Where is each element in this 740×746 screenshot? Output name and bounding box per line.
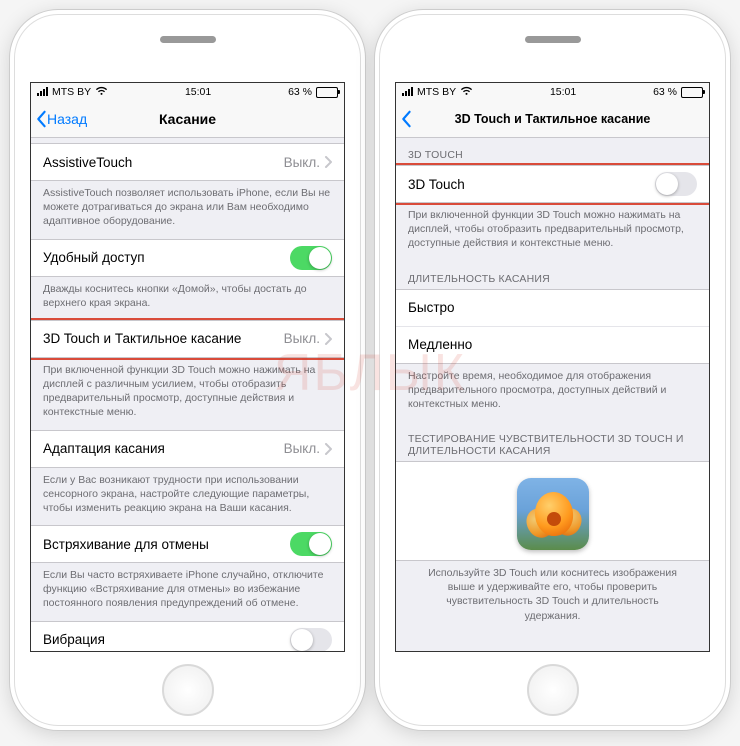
- clock: 15:01: [550, 86, 576, 98]
- battery-icon: [316, 87, 338, 98]
- switch-3dtouch[interactable]: [655, 172, 697, 196]
- speaker-slot: [525, 36, 581, 43]
- row-label: Вибрация: [43, 632, 290, 647]
- row-touch-accommodations[interactable]: Адаптация касания Выкл.: [31, 430, 344, 468]
- footer-assistive: AssistiveTouch позволяет использовать iP…: [31, 181, 344, 239]
- row-label: AssistiveTouch: [43, 155, 284, 170]
- footer-reach: Дважды коснитесь кнопки «Домой», чтобы д…: [31, 277, 344, 320]
- row-reachability[interactable]: Удобный доступ: [31, 239, 344, 277]
- nav-bar: 3D Touch и Тактильное касание: [396, 101, 709, 138]
- footer-shake: Если Вы часто встряхиваете iPhone случай…: [31, 563, 344, 621]
- row-label: Быстро: [408, 300, 480, 315]
- switch-vibration[interactable]: [290, 628, 332, 651]
- duration-picker: Быстро Медленно: [396, 289, 709, 364]
- phone-right: MTS BY 15:01 63 % 3D Touch и Тактильное …: [375, 10, 730, 730]
- row-label: Адаптация касания: [43, 441, 284, 456]
- row-value: Выкл.: [284, 441, 320, 456]
- signal-icon: [402, 88, 413, 96]
- back-button[interactable]: [396, 110, 412, 128]
- battery-pct: 63 %: [653, 86, 677, 98]
- row-3dtouch-toggle[interactable]: 3D Touch: [396, 165, 709, 203]
- row-value: Выкл.: [284, 155, 320, 170]
- status-bar: MTS BY 15:01 63 %: [31, 83, 344, 101]
- footer-3dtouch-desc: При включенной функции 3D Touch можно на…: [396, 203, 709, 261]
- duration-fast-row[interactable]: Быстро: [396, 290, 709, 327]
- row-vibration[interactable]: Вибрация: [31, 621, 344, 651]
- row-label: Медленно: [408, 337, 480, 352]
- chevron-right-icon: [324, 443, 332, 455]
- battery-icon: [681, 87, 703, 98]
- section-header-duration: ДЛИТЕЛЬНОСТЬ КАСАНИЯ: [396, 261, 709, 289]
- row-3dtouch-haptic[interactable]: 3D Touch и Тактильное касание Выкл.: [31, 320, 344, 358]
- row-assistivetouch[interactable]: AssistiveTouch Выкл.: [31, 143, 344, 181]
- status-bar: MTS BY 15:01 63 %: [396, 83, 709, 101]
- test-image-flower[interactable]: [517, 478, 589, 550]
- battery-pct: 63 %: [288, 86, 312, 98]
- signal-icon: [37, 88, 48, 96]
- home-button[interactable]: [162, 664, 214, 716]
- row-label: 3D Touch: [408, 177, 655, 192]
- switch-shake[interactable]: [290, 532, 332, 556]
- section-header-3dtouch: 3D TOUCH: [396, 137, 709, 165]
- home-button[interactable]: [527, 664, 579, 716]
- nav-bar: Назад Касание: [31, 101, 344, 138]
- footer-3dtouch: При включенной функции 3D Touch можно на…: [31, 358, 344, 430]
- row-value: Выкл.: [284, 331, 320, 346]
- footer-duration: Настройте время, необходимое для отображ…: [396, 364, 709, 422]
- duration-slow-row[interactable]: Медленно: [396, 327, 709, 363]
- switch-reachability[interactable]: [290, 246, 332, 270]
- chevron-right-icon: [324, 333, 332, 345]
- carrier-label: MTS BY: [417, 86, 456, 98]
- chevron-right-icon: [324, 156, 332, 168]
- wifi-icon: [95, 86, 108, 99]
- page-title: Касание: [159, 111, 216, 127]
- footer-test: Используйте 3D Touch или коснитесь изобр…: [396, 561, 709, 633]
- page-title: 3D Touch и Тактильное касание: [455, 112, 651, 126]
- footer-accom: Если у Вас возникают трудности при испол…: [31, 468, 344, 526]
- carrier-label: MTS BY: [52, 86, 91, 98]
- back-button[interactable]: Назад: [31, 110, 87, 128]
- back-label: Назад: [47, 111, 87, 127]
- row-label: 3D Touch и Тактильное касание: [43, 331, 284, 346]
- clock: 15:01: [185, 86, 211, 98]
- phone-left: MTS BY 15:01 63 % Назад Касание: [10, 10, 365, 730]
- wifi-icon: [460, 86, 473, 99]
- row-label: Встряхивание для отмены: [43, 537, 290, 552]
- row-label: Удобный доступ: [43, 250, 290, 265]
- row-shake-to-undo[interactable]: Встряхивание для отмены: [31, 525, 344, 563]
- screen-right: MTS BY 15:01 63 % 3D Touch и Тактильное …: [395, 82, 710, 652]
- screen-left: MTS BY 15:01 63 % Назад Касание: [30, 82, 345, 652]
- speaker-slot: [160, 36, 216, 43]
- section-header-test: ТЕСТИРОВАНИЕ ЧУВСТВИТЕЛЬНОСТИ 3D TOUCH И…: [396, 421, 709, 461]
